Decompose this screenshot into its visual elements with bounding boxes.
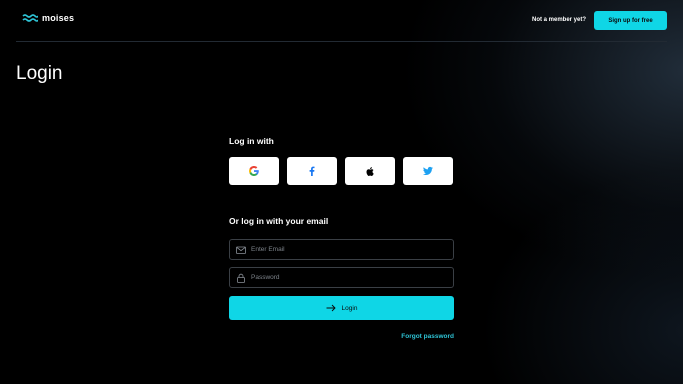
waveform-logo-icon <box>22 14 38 22</box>
lock-icon <box>237 273 245 283</box>
google-icon <box>249 166 259 176</box>
password-field[interactable] <box>229 267 454 288</box>
page-title: Login <box>16 63 63 84</box>
facebook-icon <box>309 166 315 176</box>
password-input[interactable] <box>251 274 431 281</box>
twitter-icon <box>422 166 433 175</box>
facebook-login-button[interactable] <box>287 157 337 185</box>
email-login-heading: Or log in with your email <box>229 216 329 226</box>
envelope-icon <box>236 246 246 254</box>
forgot-password-link[interactable]: Forgot password <box>229 333 454 340</box>
social-login-heading: Log in with <box>229 136 274 146</box>
arrow-right-icon <box>326 304 336 312</box>
top-bar: moises Not a member yet? Sign up for fre… <box>16 0 667 42</box>
google-login-button[interactable] <box>229 157 279 185</box>
logo-text: moises <box>42 13 75 23</box>
social-buttons <box>229 157 454 185</box>
login-button-label: Login <box>341 304 358 312</box>
email-field[interactable] <box>229 239 454 260</box>
signup-button[interactable]: Sign up for free <box>594 11 667 30</box>
member-prompt: Not a member yet? <box>531 17 586 23</box>
login-button[interactable]: Login <box>229 296 454 320</box>
twitter-login-button[interactable] <box>403 157 453 185</box>
apple-icon <box>366 166 374 176</box>
moises-logo[interactable]: moises <box>22 13 74 23</box>
email-input[interactable] <box>251 246 431 253</box>
apple-login-button[interactable] <box>345 157 395 185</box>
login-form: Log in with Or log in with your email En… <box>229 136 454 340</box>
